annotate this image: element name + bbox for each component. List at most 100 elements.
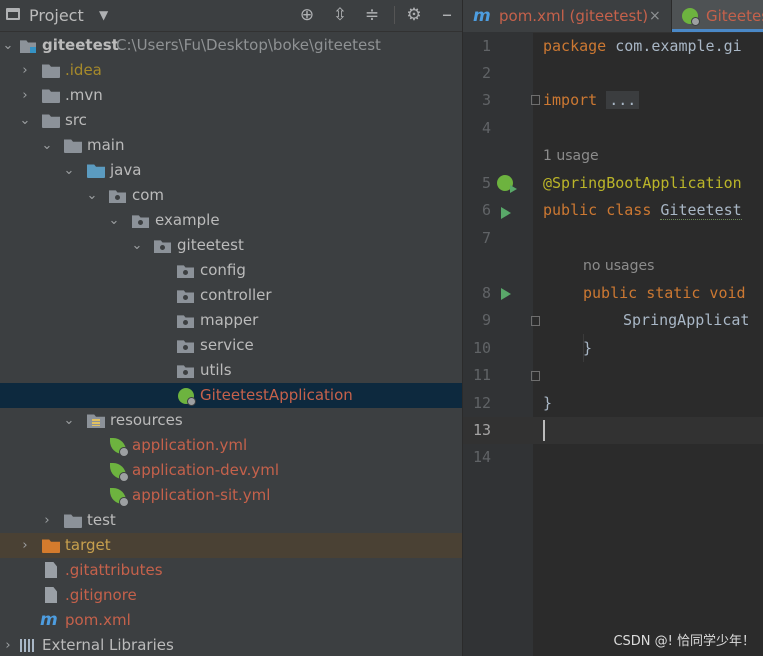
fold-marker-icon[interactable] xyxy=(531,371,540,381)
tree-item-giteetest-package[interactable]: ⌄ giteetest xyxy=(0,233,462,258)
fold-marker-icon[interactable] xyxy=(531,316,540,326)
tree-item-utils[interactable]: utils xyxy=(0,358,462,383)
chevron-down-icon[interactable]: ⌄ xyxy=(131,233,143,258)
keyword: public static void xyxy=(583,284,746,302)
tree-item-label: example xyxy=(155,211,220,229)
closing-brace: } xyxy=(543,394,553,412)
tree-item-giteetest-application[interactable]: GiteetestApplication xyxy=(0,383,462,408)
code-editor: m pom.xml (giteetest) × Giteetest 1 2 3 … xyxy=(463,0,763,656)
tree-item-gitignore[interactable]: .gitignore xyxy=(0,583,462,608)
chevron-down-icon[interactable]: ▼ xyxy=(99,8,108,22)
resources-folder-icon xyxy=(87,414,105,428)
close-icon[interactable]: × xyxy=(649,0,661,32)
tree-item-label: External Libraries xyxy=(42,636,174,654)
code-line: SpringApplicat xyxy=(623,307,749,334)
tree-item-application-yml[interactable]: application.yml xyxy=(0,433,462,458)
expand-all-icon[interactable]: ⇳ xyxy=(329,4,351,26)
tree-item-service[interactable]: service xyxy=(0,333,462,358)
package-icon xyxy=(177,265,194,278)
tree-item-java[interactable]: ⌄ java xyxy=(0,158,462,183)
current-line-highlight xyxy=(463,417,763,444)
chevron-right-icon[interactable]: › xyxy=(19,83,31,108)
run-icon[interactable] xyxy=(501,288,511,300)
package-icon xyxy=(177,290,194,303)
run-icon[interactable] xyxy=(501,207,511,219)
chevron-down-icon[interactable]: ⌄ xyxy=(63,408,75,433)
tree-item-main[interactable]: ⌄ main xyxy=(0,133,462,158)
tree-item-src[interactable]: ⌄ src xyxy=(0,108,462,133)
hide-panel-icon[interactable]: – xyxy=(436,4,458,26)
code-area[interactable]: 1 2 3 4 5 6 7 8 9 10 11 12 13 14 package… xyxy=(463,32,763,656)
chevron-right-icon[interactable]: › xyxy=(19,58,31,83)
tree-item-label: application-sit.yml xyxy=(132,486,271,504)
chevron-right-icon[interactable]: › xyxy=(41,508,53,533)
tree-item-label: utils xyxy=(200,361,232,379)
line-number: 9 xyxy=(481,311,491,329)
tree-item-example[interactable]: ⌄ example xyxy=(0,208,462,233)
tree-item-pom-xml[interactable]: m pom.xml xyxy=(0,608,462,633)
tree-item-gitattributes[interactable]: .gitattributes xyxy=(0,558,462,583)
line-number: 12 xyxy=(472,394,491,412)
tree-item-project-root[interactable]: ⌄ giteetest C:\Users\Fu\Desktop\boke\git… xyxy=(0,33,462,58)
maven-icon: m xyxy=(473,6,491,26)
tree-item-label: GiteetestApplication xyxy=(200,386,353,404)
chevron-down-icon[interactable]: ⌄ xyxy=(2,33,14,58)
tree-item-mapper[interactable]: mapper xyxy=(0,308,462,333)
code-line: public class Giteetest xyxy=(543,197,742,224)
gear-icon[interactable]: ⚙ xyxy=(403,4,425,26)
fold-marker-icon[interactable] xyxy=(531,95,540,105)
tree-item-label: service xyxy=(200,336,254,354)
line-number: 6 xyxy=(481,201,491,219)
tree-item-label: controller xyxy=(200,286,272,304)
code-line: package com.example.gi xyxy=(543,33,742,60)
tree-item-label: application-dev.yml xyxy=(132,461,280,479)
tree-item-test[interactable]: › test xyxy=(0,508,462,533)
tree-item-label: test xyxy=(87,511,116,529)
tree-item-label: target xyxy=(65,536,111,554)
tree-item-idea[interactable]: › .idea xyxy=(0,58,462,83)
chevron-down-icon[interactable]: ⌄ xyxy=(108,208,120,233)
collapse-all-icon[interactable]: ≑ xyxy=(361,4,383,26)
tree-item-label: main xyxy=(87,136,125,154)
package-icon xyxy=(177,365,194,378)
usage-hint[interactable]: 1 usage xyxy=(543,143,599,170)
locate-icon[interactable]: ⊕ xyxy=(296,4,318,26)
tree-item-application-sit-yml[interactable]: application-sit.yml xyxy=(0,483,462,508)
tree-item-label: pom.xml xyxy=(65,611,131,629)
line-number: 14 xyxy=(472,448,491,466)
project-panel: Project ▼ ⊕ ⇳ ≑ ⚙ – ⌄ giteetest C:\Users… xyxy=(0,0,462,656)
chevron-right-icon[interactable]: › xyxy=(19,533,31,558)
tab-pom-xml[interactable]: m pom.xml (giteetest) × xyxy=(463,0,671,32)
chevron-down-icon[interactable]: ⌄ xyxy=(63,158,75,183)
folded-imports[interactable]: ... xyxy=(606,91,640,109)
tree-item-resources[interactable]: ⌄ resources xyxy=(0,408,462,433)
line-number: 1 xyxy=(481,37,491,55)
tree-item-controller[interactable]: controller xyxy=(0,283,462,308)
tree-item-target[interactable]: › target xyxy=(0,533,462,558)
run-spring-app-icon[interactable] xyxy=(497,175,517,193)
source-folder-icon xyxy=(87,164,105,178)
usage-hint[interactable]: no usages xyxy=(583,253,654,280)
line-number: 11 xyxy=(472,366,491,384)
tree-item-config[interactable]: config xyxy=(0,258,462,283)
tree-item-com[interactable]: ⌄ com xyxy=(0,183,462,208)
chevron-right-icon[interactable]: › xyxy=(2,633,14,656)
libraries-icon xyxy=(20,639,36,652)
toolbar-divider xyxy=(394,6,395,24)
tree-item-application-dev-yml[interactable]: application-dev.yml xyxy=(0,458,462,483)
maven-icon: m xyxy=(40,610,58,630)
tree-item-label: .gitattributes xyxy=(65,561,163,579)
tree-item-external-libraries[interactable]: › External Libraries xyxy=(0,633,462,656)
closing-brace: } xyxy=(583,339,593,357)
chevron-down-icon[interactable]: ⌄ xyxy=(19,108,31,133)
chevron-down-icon[interactable]: ⌄ xyxy=(86,183,98,208)
tree-item-mvn[interactable]: › .mvn xyxy=(0,83,462,108)
line-number: 2 xyxy=(481,64,491,82)
tab-giteetest-application[interactable]: Giteetest xyxy=(672,0,763,32)
code-line: } xyxy=(543,390,552,417)
chevron-down-icon[interactable]: ⌄ xyxy=(41,133,53,158)
line-number: 3 xyxy=(481,91,491,109)
project-panel-title[interactable]: Project xyxy=(29,6,84,25)
project-panel-header: Project ▼ ⊕ ⇳ ≑ ⚙ – xyxy=(0,0,462,32)
spring-config-icon xyxy=(110,438,129,457)
